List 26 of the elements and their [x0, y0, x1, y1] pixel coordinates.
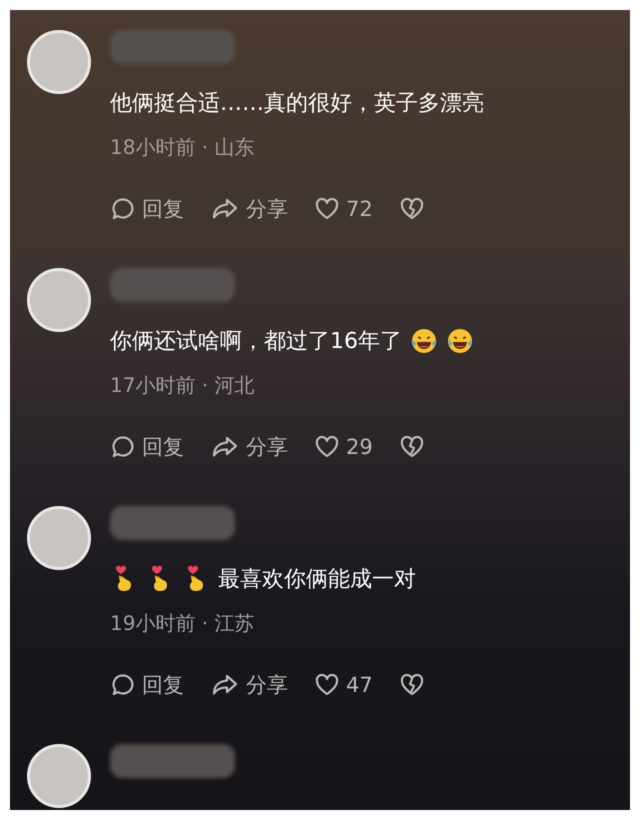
speech-bubble-icon: [110, 672, 136, 698]
speech-bubble-icon: [110, 434, 136, 460]
heart-icon: [314, 434, 340, 460]
share-button[interactable]: 分享: [210, 432, 288, 462]
comment-text: 最喜欢你俩能成一对: [218, 566, 416, 594]
like-button[interactable]: 72: [314, 194, 373, 224]
comment-time-location: 19小时前 · 江苏: [110, 610, 256, 637]
laughing-tears-emoji-icon: [410, 327, 438, 355]
speech-bubble-icon: [110, 196, 136, 222]
comment-time-location: 17小时前 · 河北: [110, 372, 256, 399]
like-button[interactable]: 29: [314, 432, 373, 462]
reply-button[interactable]: 回复: [110, 432, 184, 462]
broken-heart-icon[interactable]: [398, 196, 425, 222]
comment-time-location: 18小时前 · 山东: [110, 134, 256, 161]
like-button[interactable]: 47: [314, 670, 373, 700]
share-button[interactable]: 分享: [210, 194, 288, 224]
broken-heart-icon[interactable]: [398, 672, 425, 698]
laughing-tears-emoji-icon: [446, 327, 474, 355]
share-button[interactable]: 分享: [210, 670, 288, 700]
broken-heart-icon[interactable]: [398, 434, 425, 460]
comment-text: 你俩还试啥啊，都过了16年了: [110, 328, 402, 356]
reply-button[interactable]: 回复: [110, 670, 184, 700]
comment-text: 他俩挺合适……真的很好，英子多漂亮: [110, 90, 484, 118]
reply-button[interactable]: 回复: [110, 194, 184, 224]
heart-icon: [314, 196, 340, 222]
heart-icon: [314, 672, 340, 698]
